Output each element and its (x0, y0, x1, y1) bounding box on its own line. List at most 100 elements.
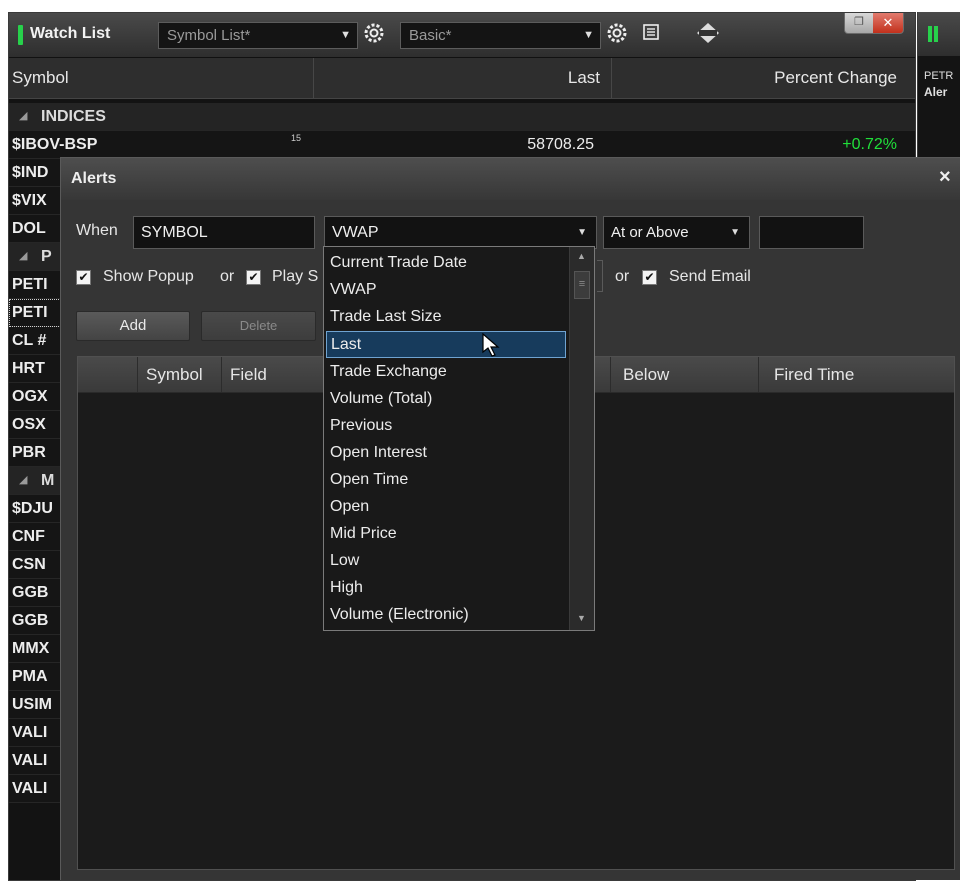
dropdown-option[interactable]: Open (326, 493, 566, 520)
dropdown-option-selected[interactable]: Last (326, 331, 566, 358)
group-label: M (41, 472, 55, 489)
column-separator[interactable] (221, 357, 222, 392)
chevron-down-icon: ▼ (583, 29, 594, 41)
scroll-down-icon[interactable]: ▼ (577, 613, 586, 623)
row-percent-change: +0.72% (842, 136, 897, 153)
column-header-percent-change[interactable]: Percent Change (612, 58, 897, 98)
row-last: 58708.25 (527, 136, 594, 153)
delete-button[interactable]: Delete (201, 311, 316, 341)
gear-icon[interactable] (361, 22, 387, 48)
side-panel-text: Aler (924, 85, 948, 99)
row-symbol: PMA (12, 668, 48, 685)
row-symbol: USIM (12, 696, 52, 713)
group-label: INDICES (41, 108, 106, 125)
condition-select-value: At or Above (611, 224, 689, 241)
collapse-triangle-icon[interactable]: ◢ (19, 243, 27, 270)
dropdown-option[interactable]: VWAP (326, 276, 566, 303)
row-symbol: CL # (12, 332, 47, 349)
view-dropdown[interactable]: Basic* ▼ (400, 22, 601, 49)
row-symbol: OGX (12, 388, 48, 405)
row-symbol: $VIX (12, 192, 47, 209)
column-separator[interactable] (610, 357, 611, 392)
row-symbol: CNF (12, 528, 45, 545)
link-color-indicator[interactable] (934, 26, 938, 42)
dropdown-option[interactable]: Volume (Electronic) (326, 601, 566, 628)
group-row-indices[interactable]: ◢ INDICES (9, 103, 915, 131)
chevron-down-icon: ▼ (577, 227, 587, 238)
row-symbol: MMX (12, 640, 50, 657)
dropdown-option[interactable]: Previous (326, 412, 566, 439)
chevron-down-icon: ▼ (730, 227, 740, 238)
table-row[interactable]: $IBOV-BSP 15 58708.25 +0.72% (9, 131, 915, 159)
collapse-triangle-icon[interactable]: ◢ (19, 103, 27, 130)
column-header-below[interactable]: Below (623, 357, 669, 392)
dropdown-option[interactable]: Mid Price (326, 520, 566, 547)
table-icon[interactable] (638, 22, 664, 48)
row-symbol: OSX (12, 416, 46, 433)
column-separator[interactable] (137, 357, 138, 392)
side-panel-text: PETR (924, 70, 954, 82)
dropdown-option[interactable]: Low (326, 547, 566, 574)
close-icon[interactable]: × (939, 166, 951, 189)
dropdown-option[interactable]: Open Time (326, 466, 566, 493)
threshold-input[interactable] (759, 216, 864, 249)
row-symbol: PETI (12, 276, 48, 293)
dropdown-option[interactable]: High (326, 574, 566, 601)
row-symbol: GGB (12, 584, 49, 601)
dropdown-option[interactable]: Current Trade Date (326, 249, 566, 276)
row-symbol: $DJU (12, 500, 53, 517)
group-label: P (41, 248, 52, 265)
side-panel-titlebar (918, 12, 960, 56)
row-symbol: GGB (12, 612, 49, 629)
field-dropdown-list[interactable]: Current Trade Date VWAP Trade Last Size … (323, 246, 595, 631)
window-controls: ❐ ✕ (844, 13, 904, 34)
close-window-icon[interactable]: ✕ (873, 13, 903, 33)
link-color-indicator[interactable] (18, 25, 23, 45)
column-header-symbol[interactable]: Symbol (12, 58, 69, 98)
row-symbol: CSN (12, 556, 46, 573)
scroll-up-icon[interactable]: ▲ (577, 251, 586, 261)
dropdown-option[interactable]: Open Interest (326, 439, 566, 466)
field-select-value: VWAP (332, 224, 379, 241)
when-label: When (76, 222, 118, 239)
play-sound-checkbox[interactable]: ✔ (246, 270, 261, 285)
symbol-list-value: Symbol List* (167, 27, 251, 44)
condition-select[interactable]: At or Above ▼ (603, 216, 750, 249)
dropdown-scrollbar[interactable]: ▲ ≡ ▼ (569, 247, 594, 630)
column-header-last[interactable]: Last (314, 58, 600, 98)
show-popup-checkbox[interactable]: ✔ (76, 270, 91, 285)
field-select[interactable]: VWAP ▼ (324, 216, 597, 249)
row-symbol: PBR (12, 444, 46, 461)
window-title: Watch List (30, 25, 111, 42)
send-email-checkbox[interactable]: ✔ (642, 270, 657, 285)
link-color-indicator[interactable] (928, 26, 932, 42)
delay-badge: 15 (291, 133, 302, 143)
watch-list-header: Symbol Last Percent Change (9, 58, 915, 99)
row-symbol: VALI (12, 724, 48, 741)
or-label: or (615, 268, 630, 285)
collapse-triangle-icon[interactable]: ◢ (19, 467, 27, 494)
mouse-cursor-icon (482, 332, 504, 359)
symbol-list-dropdown[interactable]: Symbol List* ▼ (158, 22, 358, 49)
alerts-titlebar: Alerts × (61, 158, 960, 200)
add-button[interactable]: Add (76, 311, 190, 341)
watch-list-titlebar: Watch List Symbol List* ▼ Basic* ▼ ❐ ✕ (9, 13, 915, 58)
column-header-fired-time[interactable]: Fired Time (774, 357, 854, 392)
row-symbol: PETI (12, 304, 48, 321)
play-sound-label: Play S (272, 268, 319, 285)
sound-select-edge[interactable] (597, 260, 603, 292)
show-popup-label: Show Popup (103, 268, 194, 285)
column-separator[interactable] (758, 357, 759, 392)
column-header-symbol[interactable]: Symbol (146, 357, 203, 392)
dropdown-option[interactable]: Volume (Total) (326, 385, 566, 412)
sort-icon[interactable] (695, 22, 721, 48)
symbol-input[interactable]: SYMBOL (133, 216, 315, 249)
dropdown-option[interactable]: Trade Last Size (326, 303, 566, 330)
gear-icon[interactable] (604, 22, 630, 48)
or-label: or (220, 268, 235, 285)
scrollbar-thumb[interactable]: ≡ (574, 271, 590, 299)
dropdown-option[interactable]: Trade Exchange (326, 358, 566, 385)
column-header-field[interactable]: Field (230, 357, 267, 392)
restore-icon[interactable]: ❐ (845, 13, 873, 33)
dialog-title: Alerts (71, 170, 117, 187)
